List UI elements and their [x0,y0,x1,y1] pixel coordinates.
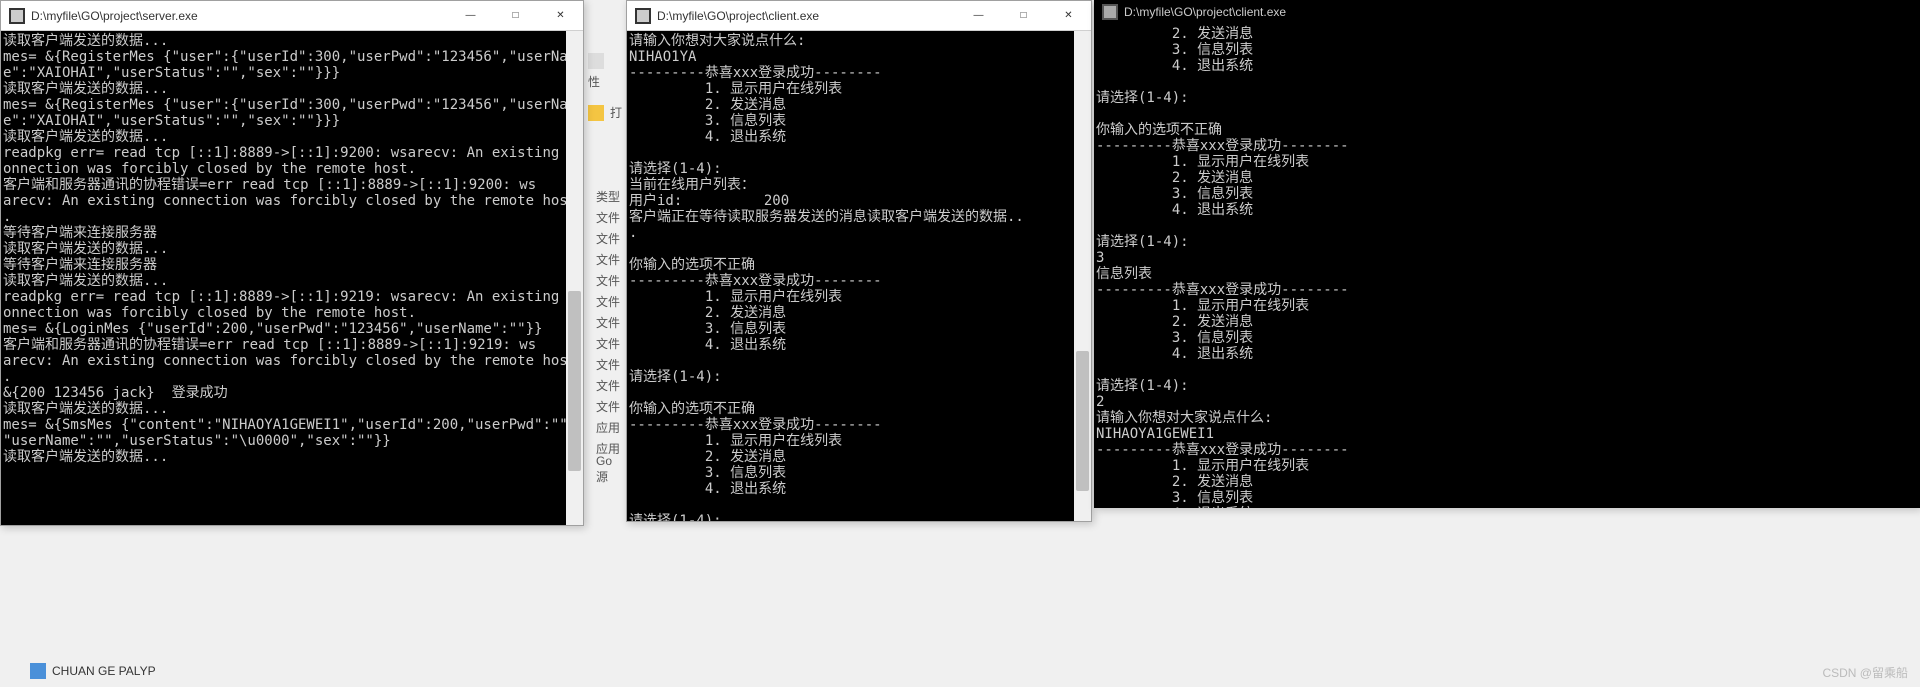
explorer-fragment-types: 类型 文件 文件 文件 文件 文件 文件 文件 文件 文件 文件 应用 应用 G… [592,186,626,480]
edit-icon [588,53,604,69]
file-row: 文件 [592,354,626,375]
client1-console[interactable]: 请输入你想对大家说点什么: NIHAO1YA ---------恭喜xxx登录成… [627,31,1091,521]
watermark: CSDN @留乘船 [1822,664,1908,681]
taskbar-label: CHUAN GE PALYP [52,664,156,678]
scrollbar[interactable] [566,31,583,525]
file-row: 文件 [592,228,626,249]
file-row: 文件 [592,249,626,270]
minimize-button[interactable]: — [448,1,493,31]
explorer-fragment-left: 性 打 [584,50,628,123]
app-icon [1102,4,1118,20]
go-row: Go 源 [592,459,626,480]
attr-label: 性 [588,73,600,90]
file-row: 文件 [592,396,626,417]
client2-window: D:\myfile\GO\project\client.exe 2. 发送消息 … [1094,0,1920,508]
client2-console[interactable]: 2. 发送消息 3. 信息列表 4. 退出系统 请选择(1-4): 你输入的选项… [1094,24,1920,508]
server-window: D:\myfile\GO\project\server.exe — □ ✕ 读取… [0,0,584,526]
scrollbar-thumb[interactable] [1076,351,1089,491]
app-icon [9,8,25,24]
explorer-open-row: 打 [584,102,628,123]
server-console[interactable]: 读取客户端发送的数据... mes= &{RegisterMes {"user"… [1,31,583,525]
client2-title: D:\myfile\GO\project\client.exe [1124,5,1920,19]
taskbar-item[interactable]: CHUAN GE PALYP [30,663,156,679]
app-icon [635,8,651,24]
file-row: 文件 [592,333,626,354]
close-button[interactable]: ✕ [1046,1,1091,31]
file-row: 文件 [592,312,626,333]
file-row: 文件 [592,375,626,396]
client1-titlebar[interactable]: D:\myfile\GO\project\client.exe — □ ✕ [627,1,1091,31]
file-row: 文件 [592,207,626,228]
client1-window: D:\myfile\GO\project\client.exe — □ ✕ 请输… [626,0,1092,522]
app-icon [30,663,46,679]
minimize-button[interactable]: — [956,1,1001,31]
type-header: 类型 [596,188,620,205]
client2-titlebar[interactable]: D:\myfile\GO\project\client.exe [1094,0,1920,24]
file-row: 文件 [592,270,626,291]
app-row: 应用 [592,417,626,438]
window-controls: — □ ✕ [956,1,1091,31]
maximize-button[interactable]: □ [1001,1,1046,31]
scrollbar-thumb[interactable] [568,291,581,471]
explorer-toolbar-row [584,50,628,71]
maximize-button[interactable]: □ [493,1,538,31]
scrollbar[interactable] [1074,31,1091,521]
explorer-attr-row: 性 [584,71,628,92]
server-title: D:\myfile\GO\project\server.exe [31,9,448,23]
open-icon [588,105,604,121]
open-label: 打 [610,104,622,121]
type-header-row: 类型 [592,186,626,207]
client1-title: D:\myfile\GO\project\client.exe [657,9,956,23]
close-button[interactable]: ✕ [538,1,583,31]
file-row: 文件 [592,291,626,312]
window-controls: — □ ✕ [448,1,583,31]
server-titlebar[interactable]: D:\myfile\GO\project\server.exe — □ ✕ [1,1,583,31]
